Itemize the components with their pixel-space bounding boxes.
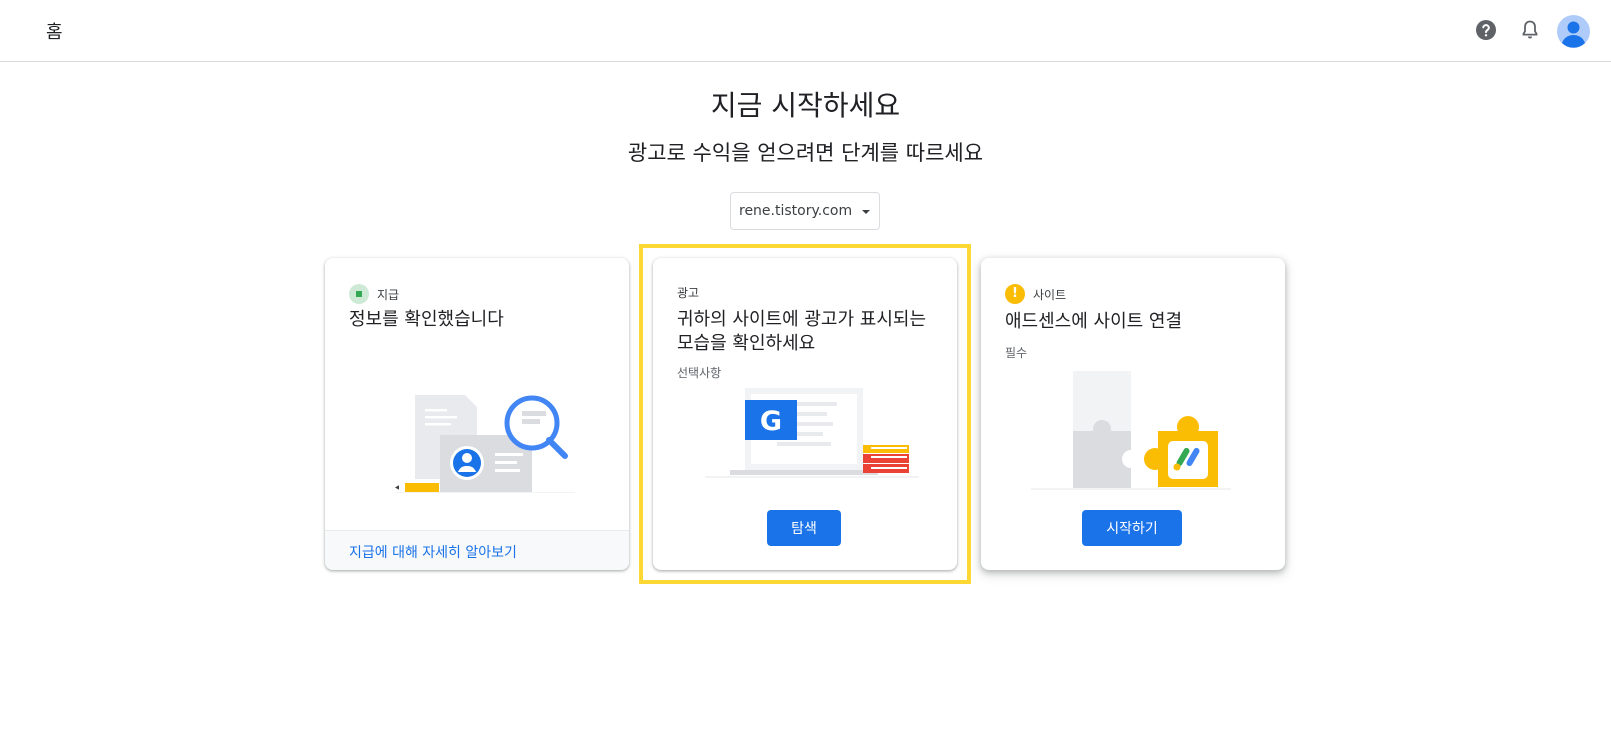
main-heading: 지금 시작하세요 <box>710 89 901 122</box>
site-selector[interactable]: rene.tistory.com <box>730 192 880 230</box>
top-bar: 홈 <box>0 0 1611 62</box>
main-subheading: 광고로 수익을 얻으려면 단계를 따르세요 <box>627 141 984 165</box>
site-card-tag: ! 사이트 <box>1005 284 1066 304</box>
payments-card-footer: 지급에 대해 자세히 알아보기 <box>325 530 629 570</box>
learn-more-payments-link[interactable]: 지급에 대해 자세히 알아보기 <box>349 542 517 562</box>
site-selector-value: rene.tistory.com <box>739 203 853 219</box>
highlight-frame <box>639 244 971 584</box>
bell-icon[interactable] <box>1518 18 1542 42</box>
status-done-icon <box>349 284 369 304</box>
id-verification-illustration <box>395 395 575 493</box>
help-icon[interactable] <box>1474 18 1498 42</box>
warning-icon: ! <box>1005 284 1025 304</box>
site-card-tag-label: 사이트 <box>1033 287 1067 302</box>
payments-card: 지급 정보를 확인했습니다 지급에 대해 자세히 알아보기 <box>325 258 629 570</box>
payments-card-title: 정보를 확인했습니다 <box>349 309 504 330</box>
avatar-icon[interactable] <box>1557 15 1590 48</box>
get-started-button[interactable]: 시작하기 <box>1082 510 1182 546</box>
site-connect-puzzle-illustration <box>1031 371 1231 490</box>
page-title: 홈 <box>46 22 63 43</box>
site-card-subtitle: 필수 <box>1005 346 1028 360</box>
site-card: ! 사이트 애드센스에 사이트 연결 필수 시작하기 <box>981 258 1285 570</box>
caret-down-icon <box>862 210 870 214</box>
payments-card-tag-label: 지급 <box>377 287 400 302</box>
payments-card-tag: 지급 <box>349 284 399 304</box>
site-card-title: 애드센스에 사이트 연결 <box>1005 311 1183 332</box>
